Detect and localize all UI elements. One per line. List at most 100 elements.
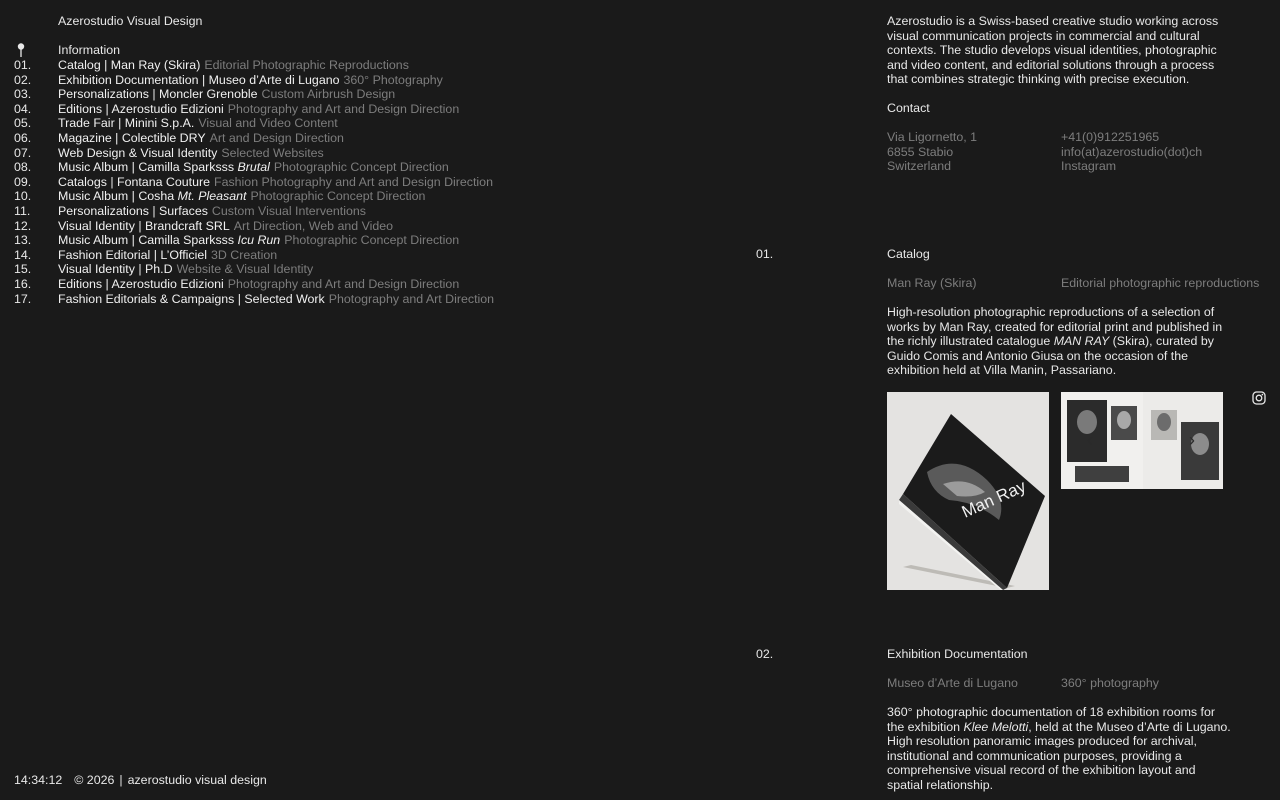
project-item[interactable]: 12. Visual Identity | Brandcraft SRL Art D… — [14, 219, 574, 234]
project-item[interactable]: 08. Music Album | Camilla Sparksss Brutal… — [14, 160, 574, 175]
project-title: Catalog | Man Ray (Skira) — [58, 58, 201, 72]
contact-links: +41(0)912251965 info(at)azerostudio(dot)… — [1061, 130, 1202, 174]
carousel-prev-button[interactable]: ‹ — [1080, 430, 1100, 450]
entry-description-text: 360° photographic documentation of 18 ex… — [887, 705, 1232, 734]
project-number: 07. — [14, 145, 32, 160]
project-subtitle: Website & Visual Identity — [176, 262, 314, 277]
project-subtitle: Custom Visual Interventions — [211, 203, 366, 218]
footer-studio-name: azerostudio visual design — [127, 773, 267, 787]
entry-number: 01. — [756, 247, 774, 261]
chevron-left-icon: ‹ — [1087, 430, 1093, 450]
project-subtitle: Custom Airbrush Design — [261, 87, 396, 102]
project-number: 09. — [14, 174, 32, 189]
project-title: Fashion Editorials & Campaigns | Selecte… — [58, 291, 325, 306]
project-item[interactable]: 15. Visual Identity | Ph.D Website & Visua… — [14, 262, 574, 277]
project-item[interactable]: 02. Exhibition Documentation | Museo d’Ar… — [14, 73, 574, 88]
entry-type: 360° photography — [1061, 676, 1159, 690]
project-item[interactable]: 07. Web Design & Visual Identity Selected … — [14, 146, 574, 161]
project-subtitle: Editorial Photographic Reproductions — [204, 58, 409, 72]
project-subtitle: Visual and Video Content — [198, 116, 338, 131]
project-item[interactable]: 06. Magazine | Colectible DRY Art and Desi… — [14, 131, 574, 146]
clock: 14:34:12 — [14, 773, 63, 787]
project-number: 17. — [14, 291, 32, 306]
desc-part: , held at the Museo d’Arte di Lugano. — [1028, 719, 1231, 734]
album-title: Brutal — [237, 160, 270, 175]
entry-description: 360° photographic documentation of 18 ex… — [887, 705, 1232, 793]
project-subtitle: Art and Design Direction — [209, 130, 344, 145]
address-line: Via Ligornetto, 1 — [887, 130, 978, 144]
desc-emphasis: Klee Melotti — [963, 719, 1029, 734]
page: Azerostudio Visual Design Information 01… — [0, 0, 1280, 800]
project-title-text: Music Album | Cosha — [58, 189, 175, 204]
project-title: Music Album | Camilla Sparksss Brutal — [58, 160, 270, 175]
project-item[interactable]: 13. Music Album | Camilla Sparksss Icu Ru… — [14, 233, 574, 248]
project-number: 05. — [14, 116, 32, 131]
project-item[interactable]: 05. Trade Fair | Minini S.p.A. Visual and … — [14, 116, 574, 131]
project-title: Visual Identity | Brandcraft SRL — [58, 218, 230, 233]
project-title: Editions | Azerostudio Edizioni — [58, 276, 224, 291]
pin-icon — [17, 43, 25, 57]
footer: 14:34:12 © 2026 | azerostudio visual des… — [14, 773, 267, 788]
chevron-right-icon: › — [1189, 430, 1195, 450]
project-subtitle: Photographic Concept Direction — [273, 160, 449, 175]
footer-separator: | — [119, 773, 123, 787]
project-number: 13. — [14, 233, 32, 248]
project-title: Web Design & Visual Identity — [58, 145, 218, 160]
copyright: © 2026 — [74, 773, 115, 787]
instagram-icon[interactable] — [1252, 391, 1266, 405]
project-item[interactable]: 09. Catalogs | Fontana Couture Fashion Pho… — [14, 175, 574, 190]
carousel-next-button[interactable]: › — [1182, 430, 1202, 450]
project-item[interactable]: 03. Personalizations | Moncler Grenoble Cu… — [14, 87, 574, 102]
project-title: Fashion Editorial | L’Officiel — [58, 247, 207, 262]
entry-client: Man Ray (Skira) — [887, 276, 977, 290]
project-number: 15. — [14, 262, 32, 277]
project-subtitle: Selected Websites — [221, 145, 324, 160]
project-title: Exhibition Documentation | Museo d’Arte … — [58, 72, 340, 87]
phone-link[interactable]: +41(0)912251965 — [1061, 130, 1202, 145]
project-item[interactable]: 17. Fashion Editorials & Campaigns | Sele… — [14, 292, 574, 307]
project-item[interactable]: 16. Editions | Azerostudio Edizioni Photog… — [14, 277, 574, 292]
entry-title: Exhibition Documentation — [887, 647, 1028, 661]
project-title: Trade Fair | Minini S.p.A. — [58, 116, 195, 131]
project-subtitle: Photographic Concept Direction — [284, 233, 460, 248]
brand-title[interactable]: Azerostudio Visual Design — [58, 14, 202, 29]
project-item[interactable]: 14. Fashion Editorial | L’Officiel 3D Crea… — [14, 248, 574, 263]
project-number: 03. — [14, 87, 32, 102]
project-subtitle: Art Direction, Web and Video — [233, 218, 394, 233]
entry-number: 02. — [756, 647, 774, 661]
project-subtitle: Photographic Concept Direction — [250, 189, 426, 204]
catalog-book-image[interactable]: Man Ray — [887, 392, 1049, 590]
project-title: Music Album | Cosha Mt. Pleasant — [58, 189, 246, 204]
project-number: 16. — [14, 276, 32, 291]
project-item[interactable]: 04. Editions | Azerostudio Edizioni Photog… — [14, 102, 574, 117]
project-number: 08. — [14, 160, 32, 175]
project-title: Catalogs | Fontana Couture — [58, 174, 210, 189]
project-item[interactable]: 10. Music Album | Cosha Mt. Pleasant Photo… — [14, 189, 574, 204]
project-title-text: Music Album | Camilla Sparksss — [58, 160, 235, 175]
project-title: Editions | Azerostudio Edizioni — [58, 101, 224, 116]
project-subtitle: Photography and Art and Design Direction — [227, 101, 460, 116]
project-number: 14. — [14, 247, 32, 262]
album-title: Icu Run — [237, 233, 281, 248]
address-line: 6855 Stabio — [887, 144, 954, 159]
project-item[interactable]: 01. Catalog | Man Ray (Skira) Editorial Ph… — [14, 58, 574, 73]
project-title: Visual Identity | Ph.D — [58, 262, 173, 277]
project-number: 01. — [14, 58, 32, 72]
project-title: Magazine | Colectible DRY — [58, 130, 206, 145]
project-title: Music Album | Camilla Sparksss Icu Run — [58, 233, 280, 248]
project-item[interactable]: 11. Personalizations | Surfaces Custom Vis… — [14, 204, 574, 219]
project-number: 02. — [14, 72, 32, 87]
about-text: Azerostudio is a Swiss-based creative st… — [887, 14, 1219, 87]
project-number: 06. — [14, 130, 32, 145]
project-title: Personalizations | Moncler Grenoble — [58, 87, 258, 102]
project-title: Personalizations | Surfaces — [58, 203, 208, 218]
project-subtitle: Photography and Art Direction — [328, 291, 495, 306]
project-number: 10. — [14, 189, 32, 204]
information-link[interactable]: Information — [58, 43, 120, 58]
instagram-link[interactable]: Instagram — [1061, 159, 1202, 174]
desc-emphasis: MAN RAY — [1053, 334, 1110, 349]
project-title-text: Music Album | Camilla Sparksss — [58, 233, 235, 248]
email-link[interactable]: info(at)azerostudio(dot)ch — [1061, 145, 1202, 160]
project-number: 12. — [14, 218, 32, 233]
project-subtitle: 3D Creation — [211, 247, 278, 262]
